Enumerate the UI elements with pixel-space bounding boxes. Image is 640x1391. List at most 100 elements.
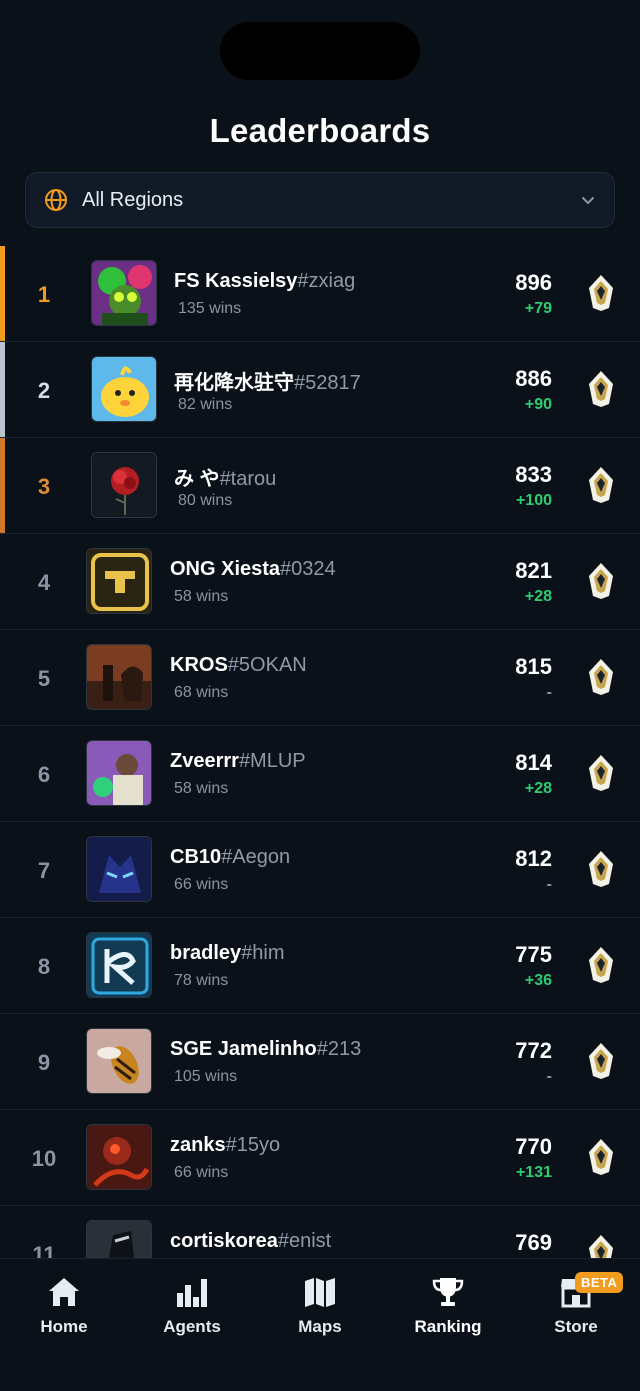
leaderboard-row[interactable]: 1 FS Kassielsy#zxiag 135 wins 896 +79 [0, 246, 640, 342]
rank-tier-icon [589, 851, 613, 887]
rank-accent-bar [0, 438, 5, 533]
home-icon [49, 1278, 79, 1306]
rank-accent-bar [0, 246, 5, 341]
player-name: zanks#15yo [170, 1134, 281, 1156]
player-wins: 80 wins [178, 492, 233, 509]
player-name: SGE Jamelinho#213 [170, 1038, 362, 1060]
tab-maps[interactable]: Maps [256, 1259, 384, 1391]
score-delta: +90 [524, 396, 552, 413]
rank-number: 11 [32, 1242, 56, 1258]
rank-number: 10 [31, 1146, 57, 1171]
avatar [91, 452, 157, 518]
leaderboard-row[interactable]: 7 CB10#Aegon 66 wins 812 - [0, 822, 640, 918]
rank-tier-icon [589, 1235, 613, 1258]
rank-number: 9 [37, 1050, 51, 1075]
leaderboard-row[interactable]: 5 KROS#5OKAN 68 wins 815 - [0, 630, 640, 726]
rank-number: 4 [37, 570, 51, 595]
avatar [86, 1124, 152, 1190]
score-delta: +28 [524, 588, 552, 605]
dynamic-island [220, 22, 420, 80]
rank-number: 7 [37, 858, 51, 883]
player-score: 775 [515, 942, 552, 967]
player-wins: 105 wins [174, 1068, 238, 1085]
player-wins: 66 wins [174, 876, 229, 893]
beta-badge: BETA [575, 1272, 624, 1293]
score-delta: +79 [524, 300, 552, 317]
player-score: 812 [515, 846, 552, 871]
rank-number: 6 [37, 762, 51, 787]
tab-home[interactable]: Home [0, 1259, 128, 1391]
player-name: KROS#5OKAN [170, 654, 307, 676]
player-name: Zveerrr#MLUP [170, 750, 306, 772]
score-delta: - [546, 876, 552, 893]
rank-tier-icon [589, 1043, 613, 1079]
player-score: 833 [515, 462, 552, 487]
avatar [86, 740, 152, 806]
tab-ranking[interactable]: Ranking [384, 1259, 512, 1391]
player-name: ONG Xiesta#0324 [170, 558, 336, 580]
region-dropdown[interactable]: All Regions [25, 172, 615, 228]
rank-tier-icon [589, 659, 613, 695]
leaderboard-row[interactable]: 4 ONG Xiesta#0324 58 wins 821 +28 [0, 534, 640, 630]
rank-number: 3 [37, 474, 51, 499]
player-score: 886 [515, 366, 552, 391]
tab-label: Store [554, 1317, 598, 1336]
rank-tier-icon [589, 275, 613, 311]
score-delta: +100 [515, 492, 552, 509]
avatar [86, 836, 152, 902]
leaderboard-row[interactable]: 3 み や#tarou 80 wins 833 +100 [0, 438, 640, 534]
map-icon [305, 1278, 335, 1307]
player-score: 772 [515, 1038, 552, 1063]
leaderboard-row[interactable]: 10 zanks#15yo 66 wins 770 +131 [0, 1110, 640, 1206]
player-wins: 68 wins [174, 684, 229, 701]
player-name: FS Kassielsy#zxiag [174, 270, 356, 292]
rank-tier-icon [589, 1139, 613, 1175]
tab-label: Maps [298, 1317, 342, 1336]
avatar [86, 548, 152, 614]
avatar [91, 260, 157, 326]
trophy-icon [432, 1278, 464, 1306]
tab-store[interactable]: Store BETA [512, 1259, 640, 1391]
player-wins: 58 wins [174, 780, 229, 797]
rank-number: 2 [37, 378, 51, 403]
leaderboard-row[interactable]: 9 SGE Jamelinho#213 105 wins 772 - [0, 1014, 640, 1110]
player-name: み や#tarou [174, 468, 277, 490]
leaderboard-row[interactable]: 2 再化降水驻守#52817 82 wins 886 +90 [0, 342, 640, 438]
leaderboard-list[interactable]: 1 FS Kassielsy#zxiag 135 wins 896 +79 2 [0, 246, 640, 1258]
leaderboard-row[interactable]: 8 bradley#him 78 wins 775 +36 [0, 918, 640, 1014]
avatar [91, 356, 157, 422]
rank-tier-icon [589, 755, 613, 791]
rank-tier-icon [589, 947, 613, 983]
rank-tier-icon [589, 371, 613, 407]
score-delta: +36 [524, 972, 552, 989]
player-name: cortiskorea#enist [170, 1230, 332, 1252]
player-name: 再化降水驻守#52817 [174, 372, 361, 394]
player-score: 896 [515, 270, 552, 295]
avatar [86, 1028, 152, 1094]
player-name: bradley#him [170, 942, 285, 964]
player-score: 769 [515, 1230, 552, 1255]
player-name: CB10#Aegon [170, 846, 291, 868]
tab-label: Agents [163, 1317, 221, 1336]
rank-accent-bar [0, 342, 5, 437]
leaderboard-row[interactable]: 11 cortiskorea#enist 769 [0, 1206, 640, 1258]
player-score: 815 [515, 654, 552, 679]
bar-chart-icon [177, 1279, 207, 1307]
chevron-down-icon [582, 197, 594, 204]
rank-number: 1 [37, 282, 51, 307]
page-title: Leaderboards [209, 112, 431, 149]
tab-agents[interactable]: Agents [128, 1259, 256, 1391]
region-label: All Regions [82, 188, 184, 211]
player-wins: 78 wins [174, 972, 229, 989]
avatar [86, 932, 152, 998]
tab-label: Home [40, 1317, 88, 1336]
rank-tier-icon [589, 563, 613, 599]
leaderboard-row[interactable]: 6 Zveerrr#MLUP 58 wins 814 +28 [0, 726, 640, 822]
player-score: 821 [515, 558, 552, 583]
rank-number: 8 [37, 954, 51, 979]
avatar [86, 1220, 152, 1258]
score-delta: - [546, 1068, 552, 1085]
player-wins: 135 wins [178, 300, 242, 317]
score-delta: - [546, 684, 552, 701]
rank-tier-icon [589, 467, 613, 503]
